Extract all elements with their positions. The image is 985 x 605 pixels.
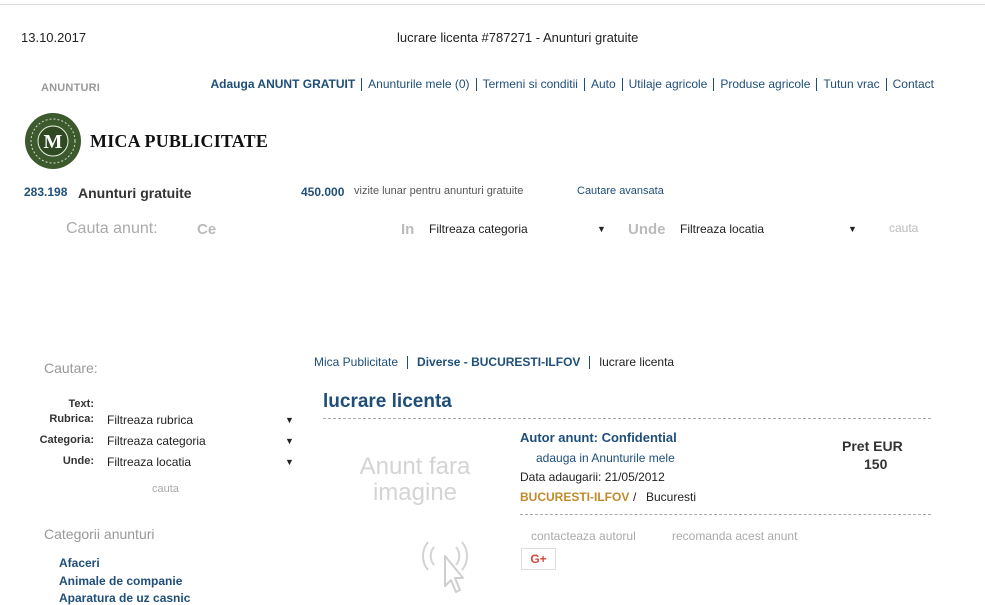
- sidebar-where-label: Unde:: [62, 455, 94, 467]
- ad-author: Autor anunt: Confidential: [520, 430, 677, 445]
- chevron-down-icon: ▼: [285, 415, 294, 425]
- nav-tobacco[interactable]: Tutun vrac: [816, 78, 885, 91]
- current-date: 13.10.2017: [21, 30, 87, 45]
- nav-agri-machinery[interactable]: Utilaje agricole: [621, 78, 714, 91]
- category-link[interactable]: Animale de companie: [59, 574, 182, 588]
- title-divider: [323, 418, 931, 419]
- sidebar-text-label: Text:: [68, 398, 94, 410]
- search-location-select[interactable]: Filtreaza locatia ▼: [680, 222, 860, 236]
- nav-terms[interactable]: Termeni si conditii: [475, 78, 584, 91]
- price-value: 150: [864, 456, 888, 472]
- visits-label: vizite lunar pentru anunturi gratuite: [354, 185, 524, 197]
- sidebar-category-label: Categoria:: [39, 434, 94, 446]
- tap-icon: [421, 541, 469, 593]
- location-separator: /: [633, 490, 637, 504]
- chevron-down-icon: ▼: [848, 224, 857, 234]
- logo-badge-icon: M: [25, 113, 81, 169]
- breadcrumb-category[interactable]: Diverse - BUCURESTI-ILFOV: [407, 356, 589, 369]
- search-label: Cauta anunt:: [66, 220, 158, 237]
- visits-count: 450.000: [301, 185, 345, 199]
- ad-region-link[interactable]: BUCURESTI-ILFOV: [520, 490, 629, 504]
- section-label: ANUNTURI: [41, 82, 101, 94]
- contact-author-link[interactable]: contacteaza autorul: [531, 529, 636, 543]
- search-category-select[interactable]: Filtreaza categoria ▼: [429, 222, 609, 236]
- details-divider: [520, 514, 931, 515]
- sidebar-rubric-select[interactable]: Filtreaza rubrica: [107, 413, 193, 427]
- ads-count-label: Anunturi gratuite: [78, 185, 192, 201]
- chevron-down-icon: ▼: [285, 436, 294, 446]
- logo-text: MICA PUBLICITATE: [90, 130, 269, 151]
- sidebar-search-title: Cautare:: [44, 360, 98, 376]
- add-to-my-ads-link[interactable]: adauga in Anunturile mele: [536, 451, 675, 465]
- sidebar-search-button[interactable]: cauta: [152, 483, 179, 495]
- top-navigation: Adauga ANUNT GRATUIT Anunturile mele (0)…: [205, 78, 940, 91]
- google-plus-button[interactable]: G+: [521, 548, 556, 570]
- sidebar-rubric-label: Rubrica:: [49, 413, 94, 425]
- ads-count: 283.198: [24, 185, 68, 199]
- search-button[interactable]: cauta: [889, 221, 918, 235]
- search-category-value: Filtreaza categoria: [429, 222, 528, 236]
- top-divider: [0, 4, 985, 5]
- nav-add-free-ad[interactable]: Adauga ANUNT GRATUIT: [205, 78, 362, 91]
- no-image-placeholder: Anunt fara imagine: [359, 453, 471, 506]
- breadcrumb: Mica Publicitate Diverse - BUCURESTI-ILF…: [314, 356, 683, 369]
- recommend-ad-link[interactable]: recomanda acest anunt: [672, 529, 797, 543]
- sidebar-location-select[interactable]: Filtreaza locatia: [107, 455, 191, 469]
- search-location-value: Filtreaza locatia: [680, 222, 765, 236]
- search-what-input[interactable]: Ce: [197, 221, 216, 238]
- chevron-down-icon: ▼: [597, 224, 606, 234]
- svg-text:M: M: [44, 131, 63, 153]
- search-where-label: Unde: [628, 221, 666, 238]
- chevron-down-icon: ▼: [285, 457, 294, 467]
- sidebar-category-select[interactable]: Filtreaza categoria: [107, 434, 206, 448]
- page-title: lucrare licenta #787271 - Anunturi gratu…: [397, 30, 639, 45]
- category-link[interactable]: Afaceri: [59, 556, 100, 570]
- price-label: Pret EUR: [842, 438, 903, 454]
- ad-city: Bucuresti: [646, 490, 697, 504]
- breadcrumb-home[interactable]: Mica Publicitate: [314, 356, 407, 369]
- breadcrumb-current: lucrare licenta: [589, 356, 683, 369]
- category-link[interactable]: Aparatura de uz casnic: [59, 591, 190, 605]
- site-logo[interactable]: M MICA PUBLICITATE: [24, 112, 268, 170]
- nav-agri-products[interactable]: Produse agricole: [713, 78, 816, 91]
- advanced-search-link[interactable]: Cautare avansata: [577, 185, 664, 197]
- search-in-label: In: [401, 221, 415, 238]
- nav-my-ads[interactable]: Anunturile mele (0): [361, 78, 475, 91]
- ad-title: lucrare licenta: [323, 391, 452, 412]
- ad-date-added: Data adaugarii: 21/05/2012: [520, 470, 665, 484]
- nav-auto[interactable]: Auto: [583, 78, 622, 91]
- nav-contact[interactable]: Contact: [885, 78, 940, 91]
- categories-title: Categorii anunturi: [44, 526, 155, 542]
